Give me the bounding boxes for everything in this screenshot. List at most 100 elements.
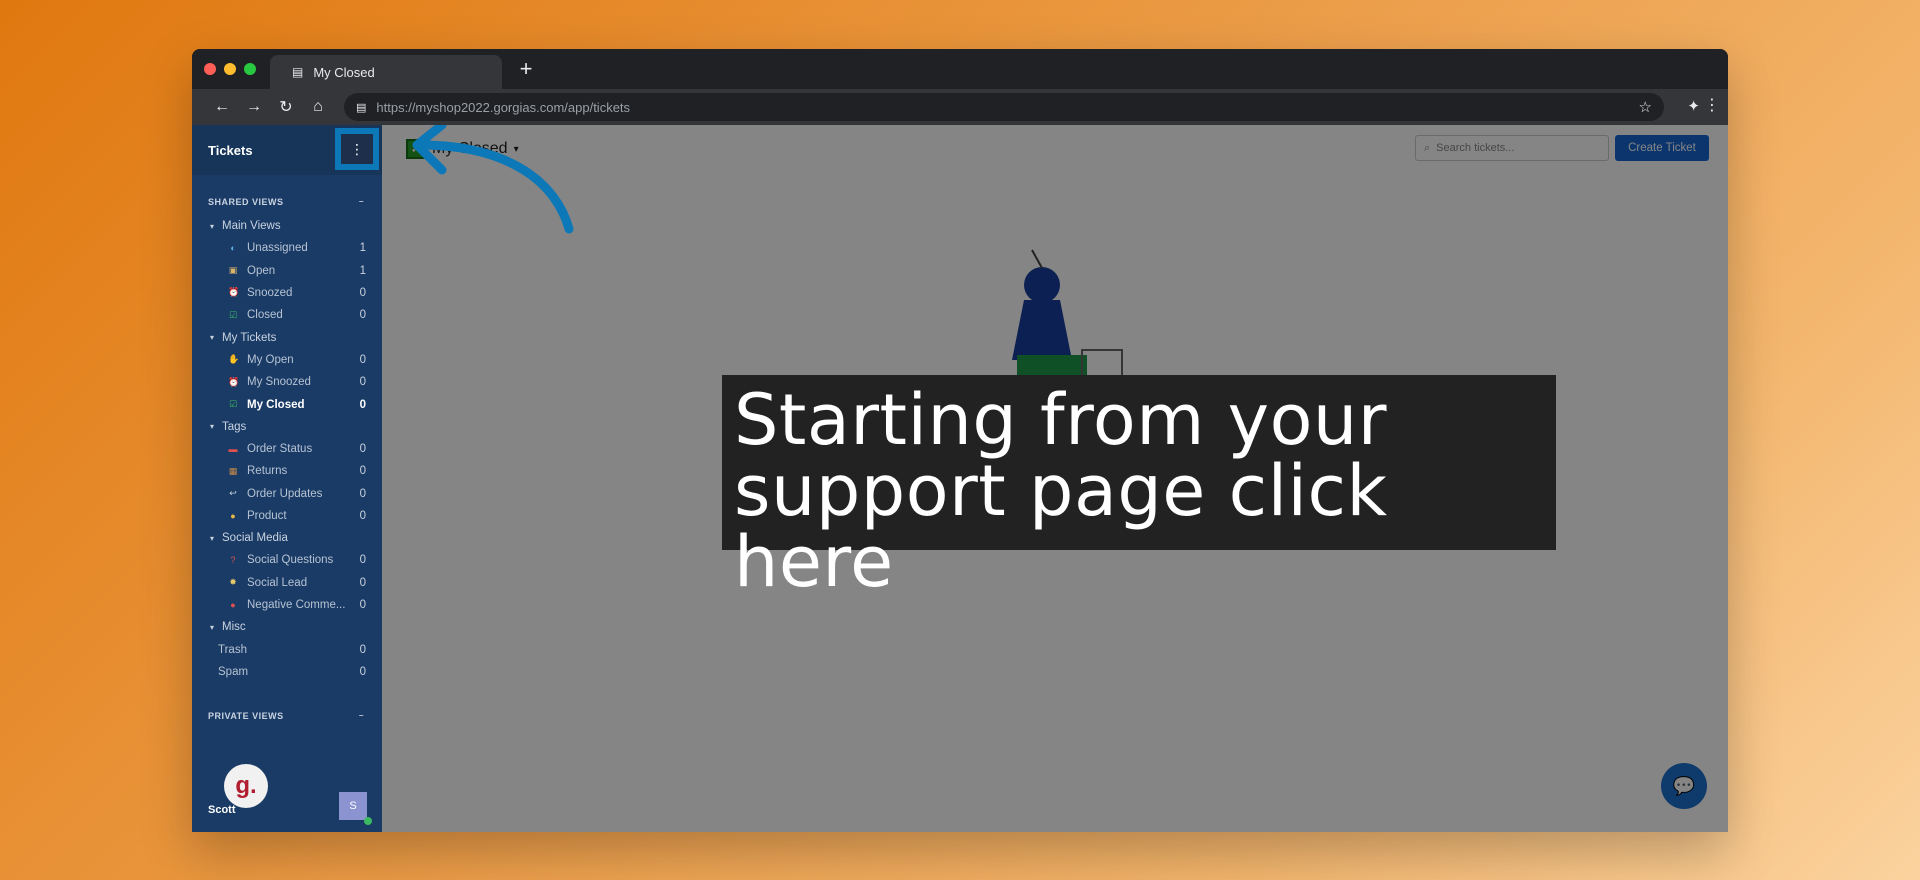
sidebar-item-count: 0 [359,353,366,366]
sidebar-item[interactable]: ● Product 0 [192,505,382,527]
sidebar-item[interactable]: Trash 0 [192,638,382,660]
sidebar-item[interactable]: ? Social Questions 0 [192,549,382,571]
sidebar-item-label: Order Status [247,442,313,455]
sidebar-item-label: Returns [247,465,288,478]
view-group-header[interactable]: ▾ Tags [192,416,382,438]
view-group-label: My Tickets [222,331,277,344]
sidebar-item-label: Product [247,510,287,523]
sparkle-icon: ✸ [229,577,237,588]
collapse-icon[interactable]: – [359,711,364,720]
sidebar-item-count: 0 [359,286,366,299]
sidebar-item-count: 0 [359,666,366,679]
sidebar-item-label: Trash [218,643,247,656]
sidebar-item[interactable]: ↩ Order Updates 0 [192,483,382,505]
page-icon: ▤ [292,65,304,79]
sidebar-item[interactable]: ⏰ My Snoozed 0 [192,371,382,393]
back-icon[interactable]: ← [206,93,238,121]
sidebar-item-label: Order Updates [247,487,323,500]
forward-icon[interactable]: → [238,93,270,121]
view-groups: ▾ Main Views ◐ Unassigned 1 ▣ Open 1 ⏰ Snoozed 0 ☑ C… [192,215,382,683]
sidebar-item-label: Social Questions [247,554,334,567]
sidebar-item-count: 0 [359,554,366,567]
tutorial-arrow [412,125,574,234]
sidebar-item-label: My Open [247,353,294,366]
sidebar-item-label: Negative Comme... [247,599,346,612]
sidebar-item[interactable]: ● Negative Comme... 0 [192,594,382,616]
open-icon: ▣ [228,265,238,276]
sidebar-item-count: 0 [359,576,366,589]
sidebar-item-count: 1 [359,264,366,277]
alarm-clock-icon: ⏰ [228,376,240,387]
home-icon[interactable]: ⌂ [302,93,334,121]
sidebar-item-count: 0 [359,599,366,612]
reload-icon[interactable]: ↻ [270,93,302,121]
view-group-header[interactable]: ▾ Misc [192,616,382,638]
tab-title: My Closed [313,64,375,80]
sidebar-item-label: My Snoozed [247,376,311,389]
chevron-down-icon: ▾ [210,533,215,543]
sidebar-item-count: 0 [359,398,366,411]
online-status-dot [364,817,372,825]
chevron-down-icon: ▾ [210,333,215,343]
view-group-label: Social Media [222,532,288,545]
sidebar-item-label: Snoozed [247,286,293,299]
sidebar-item-label: Social Lead [247,576,308,589]
sidebar-item[interactable]: ☑ My Closed 0 [192,393,382,415]
sidebar-footer: g. Scott S [192,752,382,832]
money-bag-icon: ● [230,511,236,522]
new-tab-button[interactable]: + [514,56,538,81]
sidebar-item[interactable]: ⏰ Snoozed 0 [192,282,382,304]
sidebar-item[interactable]: ✸ Social Lead 0 [192,572,382,594]
close-window-button[interactable] [204,63,216,75]
tutorial-caption: Starting from your support page click he… [722,375,1556,598]
sidebar-item[interactable]: ▣ Open 1 [192,259,382,281]
tab-strip: ▤ My Closed + [192,49,1728,89]
box-icon: ▦ [228,465,238,476]
view-group-label: Misc [222,621,246,634]
sidebar-item[interactable]: ▬ Order Status 0 [192,438,382,460]
chevron-down-icon: ▾ [210,422,215,432]
browser-window: ▤ My Closed + ← → ↻ ⌂ ▤ https://myshop20… [192,49,1728,832]
url-text: https://myshop2022.gorgias.com/app/ticke… [376,99,631,115]
sidebar-item-label: Spam [218,666,249,679]
alarm-clock-icon: ⏰ [228,287,240,298]
bookmark-star-icon[interactable]: ☆ [1639,98,1652,116]
view-group-label: Tags [222,420,247,433]
private-views-heading[interactable]: PRIVATE VIEWS – [192,711,382,721]
sidebar-item-count: 0 [359,442,366,455]
private-views-label: PRIVATE VIEWS [208,711,284,722]
page-info-icon[interactable]: ▤ [356,101,366,114]
browser-toolbar: ← → ↻ ⌂ ▤ https://myshop2022.gorgias.com… [192,89,1728,125]
sidebar-item-label: My Closed [247,398,305,411]
truck-icon: ▬ [228,443,238,454]
view-group-header[interactable]: ▾ Social Media [192,527,382,549]
hand-icon: ✋ [228,354,240,365]
browser-tab[interactable]: ▤ My Closed [270,55,502,89]
avatar[interactable]: S [339,792,367,820]
angry-face-icon: ● [230,600,236,611]
extensions-icon[interactable]: ✦ [1687,97,1700,115]
return-arrow-icon: ↩ [229,488,237,499]
sidebar-item-count: 0 [359,309,366,322]
sidebar-item[interactable]: ✋ My Open 0 [192,349,382,371]
sidebar-item-label: Closed [247,309,283,322]
chevron-down-icon: ▾ [210,622,215,632]
sidebar-item-count: 0 [359,376,366,389]
check-box-icon: ☑ [228,309,238,320]
sidebar-item-label: Open [247,264,276,277]
question-icon: ? [230,555,236,566]
view-group-header[interactable]: ▾ My Tickets [192,327,382,349]
brand-logo[interactable]: g. [224,764,268,808]
address-bar[interactable]: ▤ https://myshop2022.gorgias.com/app/tic… [344,93,1664,121]
sidebar-item-count: 0 [359,487,366,500]
sidebar-item[interactable]: Spam 0 [192,661,382,683]
minimize-window-button[interactable] [224,63,236,75]
sidebar-item-count: 0 [359,510,366,523]
maximize-window-button[interactable] [244,63,256,75]
browser-menu-icon[interactable]: ⋮ [1704,95,1720,115]
sidebar-item[interactable]: ▦ Returns 0 [192,460,382,482]
user-name[interactable]: Scott [208,804,236,816]
sidebar-item[interactable]: ☑ Closed 0 [192,304,382,326]
app-content: Tickets ⋮ SHARED VIEWS – ▾ Main Views ◐ Una… [192,125,1728,832]
sidebar-item-count: 0 [359,465,366,478]
